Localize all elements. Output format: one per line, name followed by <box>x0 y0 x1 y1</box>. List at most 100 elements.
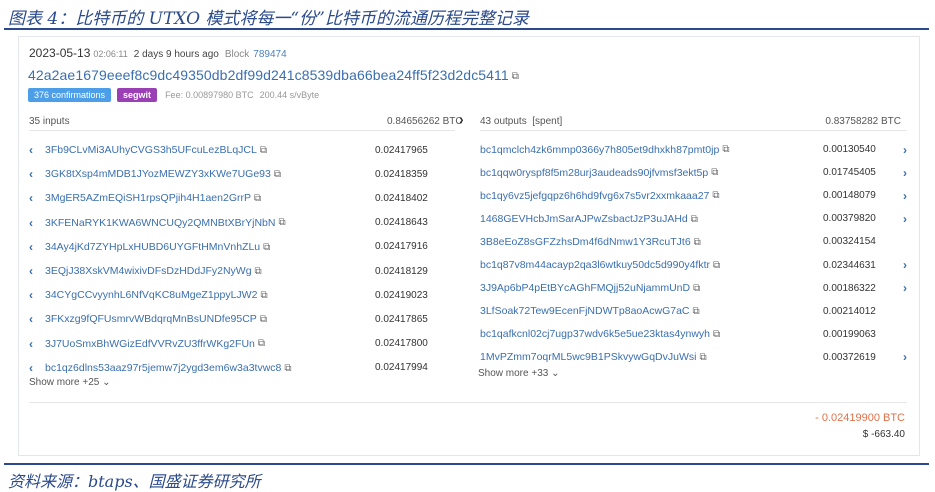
chevron-left-icon[interactable]: ‹ <box>29 216 45 230</box>
copy-icon[interactable]: ⧉ <box>711 167 718 178</box>
output-amount: 0.00148079 <box>823 190 876 202</box>
output-address: bc1qmclch4zk6mmp0366y7h805et9dhxkh87pmt0… <box>480 144 823 156</box>
output-address-link[interactable]: bc1qy6vz5jefgqpz6h6hd9fvg6x7s5vr2xxmkaaa… <box>480 190 709 202</box>
chevron-left-icon[interactable]: ‹ <box>29 361 45 375</box>
input-address-link[interactable]: 34CYgCCvyynhL6NfVqKC8uMgeZ1ppyLJW2 <box>45 289 257 301</box>
chevron-left-icon[interactable]: ‹ <box>29 288 45 302</box>
chevron-left-icon[interactable]: ‹ <box>29 240 45 254</box>
chevron-left-icon[interactable]: ‹ <box>29 167 45 181</box>
copy-icon[interactable]: ⧉ <box>694 237 701 248</box>
output-row[interactable]: 3LfSoak72Tew9EcenFjNDWTp8aoAcwG7aC ⧉ 0.002… <box>480 300 907 323</box>
output-row[interactable]: bc1qqw0ryspf8f5m28urj3audeads90jfvmsf3ek… <box>480 161 907 184</box>
copy-icon[interactable]: ⧉ <box>713 260 720 271</box>
copy-icon[interactable]: ⧉ <box>691 214 698 225</box>
copy-icon[interactable]: ⧉ <box>260 314 267 325</box>
tx-badges: 376 confirmations segwit Fee: 0.00897980… <box>28 88 319 102</box>
copy-icon[interactable]: ⧉ <box>274 169 281 180</box>
input-address-link[interactable]: bc1qz6dlns53aaz97r5jemw7j2ygd3em6w3a3tvw… <box>45 362 281 374</box>
output-address-link[interactable]: 3LfSoak72Tew9EcenFjNDWTp8aoAcwG7aC <box>480 305 690 317</box>
output-address-link[interactable]: 1MvPZmm7oqrML5wc9B1PSkvywGqDvJuWsi <box>480 351 696 363</box>
input-row[interactable]: ‹ 3Fb9CLvMi3AUhyCVGS3h5UFcuLezBLqJCL ⧉ 0.02… <box>29 138 455 162</box>
inputs-list: ‹ 3Fb9CLvMi3AUhyCVGS3h5UFcuLezBLqJCL ⧉ 0.02… <box>29 138 455 380</box>
input-address: 3Fb9CLvMi3AUhyCVGS3h5UFcuLezBLqJCL ⧉ <box>45 144 375 156</box>
copy-icon[interactable]: ⧉ <box>699 352 706 363</box>
output-address: 3LfSoak72Tew9EcenFjNDWTp8aoAcwG7aC ⧉ <box>480 305 823 317</box>
output-address-link[interactable]: 1468GEVHcbJmSarAJPwZsbactJzP3uJAHd <box>480 213 688 225</box>
chevron-right-icon[interactable]: › <box>893 212 907 226</box>
copy-icon[interactable]: ⧉ <box>278 217 285 228</box>
output-row[interactable]: bc1qy6vz5jefgqpz6h6hd9fvg6x7s5vr2xxmkaaa… <box>480 184 907 207</box>
output-address-link[interactable]: bc1qqw0ryspf8f5m28urj3audeads90jfvmsf3ek… <box>480 167 708 179</box>
chevron-left-icon[interactable]: ‹ <box>29 191 45 205</box>
input-address-link[interactable]: 3KFENaRYK1KWA6WNCUQy2QMNBtXBrYjNbN <box>45 217 275 229</box>
chevron-right-icon[interactable]: › <box>893 189 907 203</box>
output-row[interactable]: 1MvPZmm7oqrML5wc9B1PSkvywGqDvJuWsi ⧉ 0.003… <box>480 346 907 369</box>
output-row[interactable]: bc1qafkcnl02cj7ugp37wdv6k5e5ue23ktas4ynw… <box>480 323 907 346</box>
outputs-show-more[interactable]: Show more +33 ⌄ <box>478 368 559 379</box>
copy-icon[interactable]: ⧉ <box>284 363 291 374</box>
copy-icon[interactable]: ⧉ <box>512 71 519 82</box>
input-row[interactable]: ‹ 3EQjJ38XskVM4wixivDFsDzHDdJFy2NyWg ⧉ 0.02… <box>29 259 455 283</box>
output-amount: 0.01745405 <box>823 167 876 179</box>
copy-icon[interactable]: ⧉ <box>713 329 720 340</box>
chevron-left-icon[interactable]: ‹ <box>29 337 45 351</box>
copy-icon[interactable]: ⧉ <box>254 193 261 204</box>
output-row[interactable]: bc1q87v8m44acayp2qa3l6wtkuy50dc5d990y4fk… <box>480 253 907 276</box>
input-row[interactable]: ‹ 34CYgCCvyynhL6NfVqKC8uMgeZ1ppyLJW2 ⧉ 0.02… <box>29 283 455 307</box>
inputs-divider <box>29 130 455 131</box>
input-address-link[interactable]: 3EQjJ38XskVM4wixivDFsDzHDdJFy2NyWg <box>45 265 252 277</box>
copy-icon[interactable]: ⧉ <box>263 242 270 253</box>
outputs-total: 0.83758282 BTC <box>825 116 901 127</box>
chevron-right-icon[interactable]: › <box>893 166 907 180</box>
figure-source: 资料来源：btaps、国盛证券研究所 <box>8 472 261 491</box>
input-address-link[interactable]: 34Ay4jKd7ZYHpLxHUBD6UYGFtHMnVnhZLu <box>45 241 260 253</box>
chevron-right-icon[interactable]: › <box>893 281 907 295</box>
chevron-right-icon[interactable]: › <box>893 258 907 272</box>
chevron-right-icon[interactable]: › <box>893 350 907 364</box>
output-address: bc1qqw0ryspf8f5m28urj3audeads90jfvmsf3ek… <box>480 167 823 179</box>
confirmations-badge: 376 confirmations <box>28 88 112 102</box>
output-address-link[interactable]: 3J9Ap6bP4pEtBYcAGhFMQjj52uNjammUnD <box>480 282 690 294</box>
input-row[interactable]: ‹ 3GK8tXsp4mMDB1JYozMEWZY3xKWe7UGe93 ⧉ 0.02… <box>29 162 455 186</box>
output-address-link[interactable]: bc1q87v8m44acayp2qa3l6wtkuy50dc5d990y4fk… <box>480 259 710 271</box>
input-row[interactable]: ‹ 34Ay4jKd7ZYHpLxHUBD6UYGFtHMnVnhZLu ⧉ 0.02… <box>29 235 455 259</box>
txid-link[interactable]: 42a2ae1679eeef8c9dc49350db2df99d241c8539… <box>28 67 509 83</box>
output-address-link[interactable]: bc1qmclch4zk6mmp0366y7h805et9dhxkh87pmt0… <box>480 144 719 156</box>
copy-icon[interactable]: ⧉ <box>260 145 267 156</box>
copy-icon[interactable]: ⧉ <box>722 144 729 155</box>
input-row[interactable]: ‹ 3FKxzg9fQFUsmrvWBdqrqMnBsUNDfe95CP ⧉ 0.02… <box>29 307 455 331</box>
output-row[interactable]: 1468GEVHcbJmSarAJPwZsbactJzP3uJAHd ⧉ 0.003… <box>480 207 907 230</box>
output-row[interactable]: bc1qmclch4zk6mmp0366y7h805et9dhxkh87pmt0… <box>480 138 907 161</box>
inputs-show-more[interactable]: Show more +25 ⌄ <box>29 377 110 388</box>
output-address: bc1q87v8m44acayp2qa3l6wtkuy50dc5d990y4fk… <box>480 259 823 271</box>
tx-date: 2023-05-13 <box>29 46 91 60</box>
input-address-link[interactable]: 3FKxzg9fQFUsmrvWBdqrqMnBsUNDfe95CP <box>45 313 257 325</box>
block-number-link[interactable]: 789474 <box>253 49 286 60</box>
copy-icon[interactable]: ⧉ <box>693 306 700 317</box>
input-address-link[interactable]: 3Fb9CLvMi3AUhyCVGS3h5UFcuLezBLqJCL <box>45 144 257 156</box>
copy-icon[interactable]: ⧉ <box>258 338 265 349</box>
input-row[interactable]: ‹ 3KFENaRYK1KWA6WNCUQy2QMNBtXBrYjNbN ⧉ 0.02… <box>29 211 455 235</box>
output-amount: 0.02344631 <box>823 259 876 271</box>
chevron-left-icon[interactable]: ‹ <box>29 312 45 326</box>
output-address: 1468GEVHcbJmSarAJPwZsbactJzP3uJAHd ⧉ <box>480 213 823 225</box>
input-row[interactable]: ‹ 3MgER5AZmEQiSH1rpsQPjih4H1aen2GrrP ⧉ 0.02… <box>29 186 455 210</box>
output-address-link[interactable]: 3B8eEoZ8sGFZzhsDm4f6dNmw1Y3RcuTJt6 <box>480 236 691 248</box>
figure-caption: 图表 4：比特币的 UTXO 模式将每一“份”比特币的流通历程完整记录 <box>8 9 529 29</box>
input-address-link[interactable]: 3MgER5AZmEQiSH1rpsQPjih4H1aen2GrrP <box>45 192 251 204</box>
output-address-link[interactable]: bc1qafkcnl02cj7ugp37wdv6k5e5ue23ktas4ynw… <box>480 328 710 340</box>
copy-icon[interactable]: ⧉ <box>712 190 719 201</box>
input-address-link[interactable]: 3J7UoSmxBhWGizEdfVVRvZU3ffrWKg2FUn <box>45 338 255 350</box>
outputs-count: 43 outputs <box>480 116 527 127</box>
output-row[interactable]: 3B8eEoZ8sGFZzhsDm4f6dNmw1Y3RcuTJt6 ⧉ 0.003… <box>480 230 907 253</box>
chevron-left-icon[interactable]: ‹ <box>29 143 45 157</box>
chevron-right-icon[interactable]: › <box>893 143 907 157</box>
copy-icon[interactable]: ⧉ <box>693 283 700 294</box>
input-amount: 0.02418643 <box>375 217 428 229</box>
copy-icon[interactable]: ⧉ <box>255 266 262 277</box>
copy-icon[interactable]: ⧉ <box>260 290 267 301</box>
input-row[interactable]: ‹ 3J7UoSmxBhWGizEdfVVRvZU3ffrWKg2FUn ⧉ 0.02… <box>29 332 455 356</box>
output-row[interactable]: 3J9Ap6bP4pEtBYcAGhFMQjj52uNjammUnD ⧉ 0.001… <box>480 277 907 300</box>
chevron-left-icon[interactable]: ‹ <box>29 264 45 278</box>
input-address-link[interactable]: 3GK8tXsp4mMDB1JYozMEWZY3xKWe7UGe93 <box>45 168 271 180</box>
